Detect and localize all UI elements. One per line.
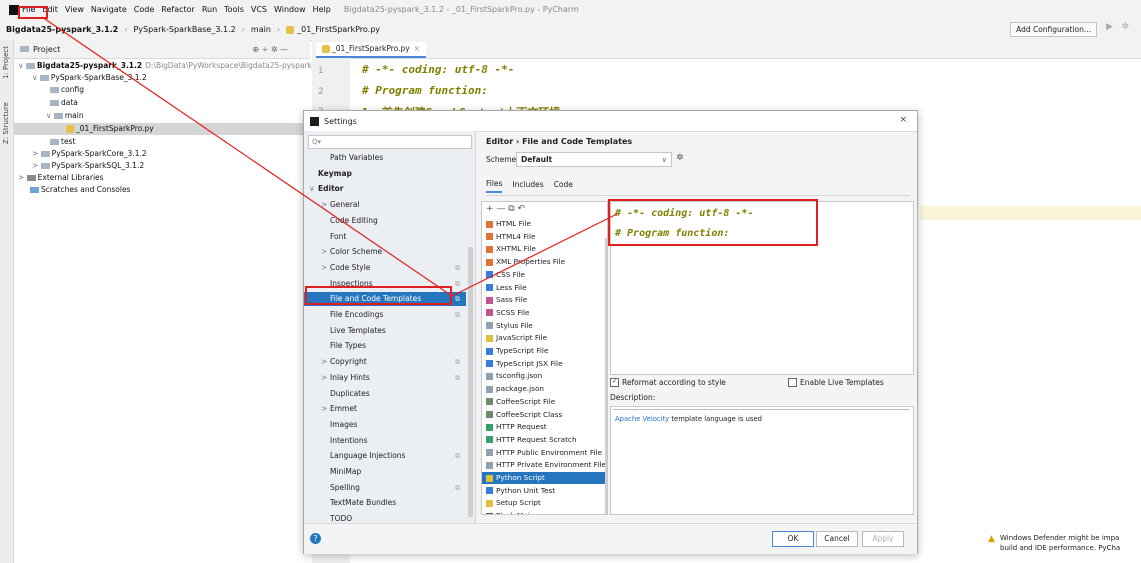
notification-balloon[interactable]: ▲ Windows Defender might be impa build a… [980,530,1141,563]
annotation-arrow-line [451,213,618,297]
annotation-overlay [41,16,618,297]
warning-icon: ▲ [988,534,995,544]
notification-line: build and IDE performance. PyCha [1000,544,1121,552]
annotation-arrow-line [41,16,453,297]
annotation-box-file-menu [18,6,48,19]
notification-line: Windows Defender might be impa [1000,534,1120,542]
annotation-box-template-code [608,199,818,246]
annotation-box-file-templates [305,286,452,305]
